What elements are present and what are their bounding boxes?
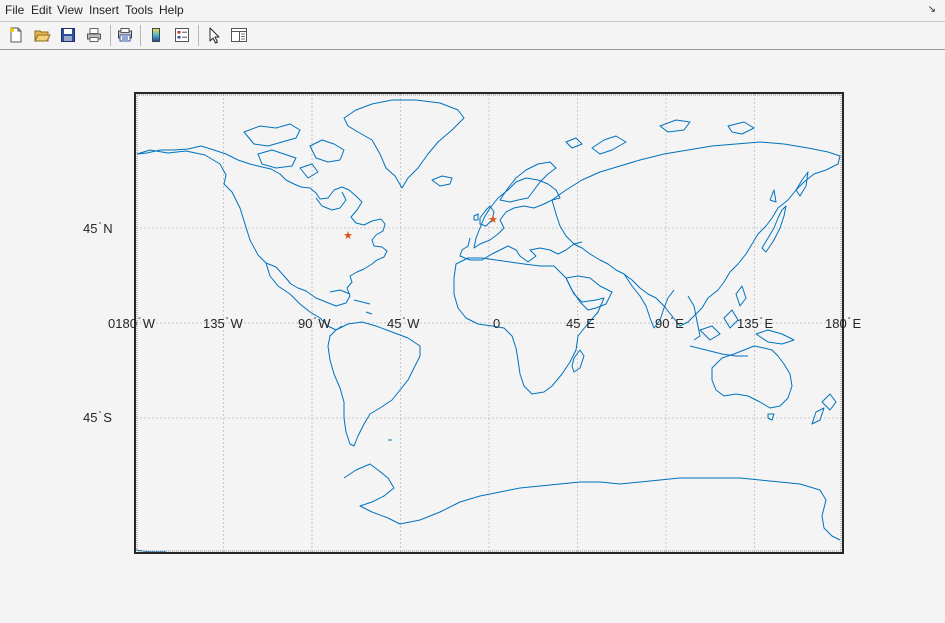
menu-tools[interactable]: Tools (125, 3, 153, 17)
city-marker: ★ (488, 213, 498, 226)
save-icon[interactable] (59, 26, 77, 44)
meridian-label-number: 0 (493, 316, 501, 331)
meridian-label-number: 45 (566, 316, 581, 331)
meridian-label-hemisphere: E (586, 316, 595, 331)
menu-help[interactable]: Help (159, 3, 184, 17)
dock-figure-icon[interactable]: ↘ (928, 4, 936, 16)
meridian-label-180w: 0180° W (108, 316, 155, 334)
map-axes[interactable]: ★ ★ (0, 50, 945, 618)
print-preview-icon[interactable] (116, 26, 134, 44)
toolbar-separator (140, 25, 141, 46)
meridian-label-45e: 45°E (566, 316, 595, 334)
degree-symbol: ° (670, 317, 674, 324)
degree-symbol: ° (759, 317, 763, 324)
new-figure-icon[interactable] (7, 26, 25, 44)
meridian-label-hemisphere: E (764, 316, 774, 331)
city-marker: ★ (343, 229, 353, 242)
menu-insert[interactable]: Insert (89, 3, 119, 17)
meridian-label-135w: 135° W (203, 316, 243, 334)
parallel-label-45n: 45° N (83, 221, 113, 239)
print-icon[interactable] (85, 26, 103, 44)
property-editor-icon[interactable] (230, 26, 248, 44)
meridian-label-number: 45 (387, 316, 402, 331)
meridian-label-number: 90 (655, 316, 670, 331)
open-file-icon[interactable] (33, 26, 51, 44)
meridian-label-45w: 45° W (387, 316, 420, 334)
menu-view[interactable]: View (57, 3, 83, 17)
parallel-label-number: 45 (83, 410, 98, 425)
meridian-label-number: 135 (203, 316, 225, 331)
meridian-label-hemisphere: W (230, 316, 243, 331)
degree-symbol: ° (847, 317, 851, 324)
meridian-label-number: 180 (825, 316, 847, 331)
degree-symbol: ° (402, 317, 406, 324)
figure-toolbar (0, 21, 945, 50)
meridian-label-number: 90 (298, 316, 313, 331)
parallel-label-number: 45 (83, 221, 98, 236)
pointer-icon[interactable] (205, 26, 223, 44)
parallel-label-hemisphere: S (103, 410, 112, 425)
parallel-label-hemisphere: N (103, 221, 113, 236)
legend-icon[interactable] (173, 26, 191, 44)
meridian-label-hemisphere: E (852, 316, 862, 331)
meridian-label-hemisphere: E (675, 316, 684, 331)
meridian-label-135e: 135° E (737, 316, 773, 334)
menu-edit[interactable]: Edit (31, 3, 52, 17)
colorbar-icon[interactable] (147, 26, 165, 44)
parallel-label-45s: 45° S (83, 410, 112, 428)
figure-canvas: ★ ★ 45° N 45° S 0180° W 135° W 90° W 45° W 0 4… (0, 50, 945, 618)
meridian-label-90e: 90° E (655, 316, 684, 334)
meridian-label-90w: 90° W (298, 316, 331, 334)
meridian-label-hemisphere: W (318, 316, 331, 331)
degree-symbol: ° (313, 317, 317, 324)
meridian-label-number: 135 (737, 316, 759, 331)
toolbar-separator (110, 25, 111, 46)
meridian-label-hemisphere: W (142, 316, 156, 331)
meridian-label-number: 180 (115, 316, 137, 331)
meridian-label-hemisphere: W (407, 316, 420, 331)
degree-symbol: ° (137, 317, 141, 324)
degree-symbol: ° (98, 411, 102, 418)
meridian-label-180e: 180° E (825, 316, 861, 334)
meridian-label-0: 0 (493, 316, 500, 331)
menu-bar: File Edit View Insert Tools Help ↘ (0, 0, 945, 20)
degree-symbol: ° (225, 317, 229, 324)
degree-symbol: ° (98, 222, 102, 229)
toolbar-separator (198, 25, 199, 46)
menu-file[interactable]: File (5, 3, 24, 17)
